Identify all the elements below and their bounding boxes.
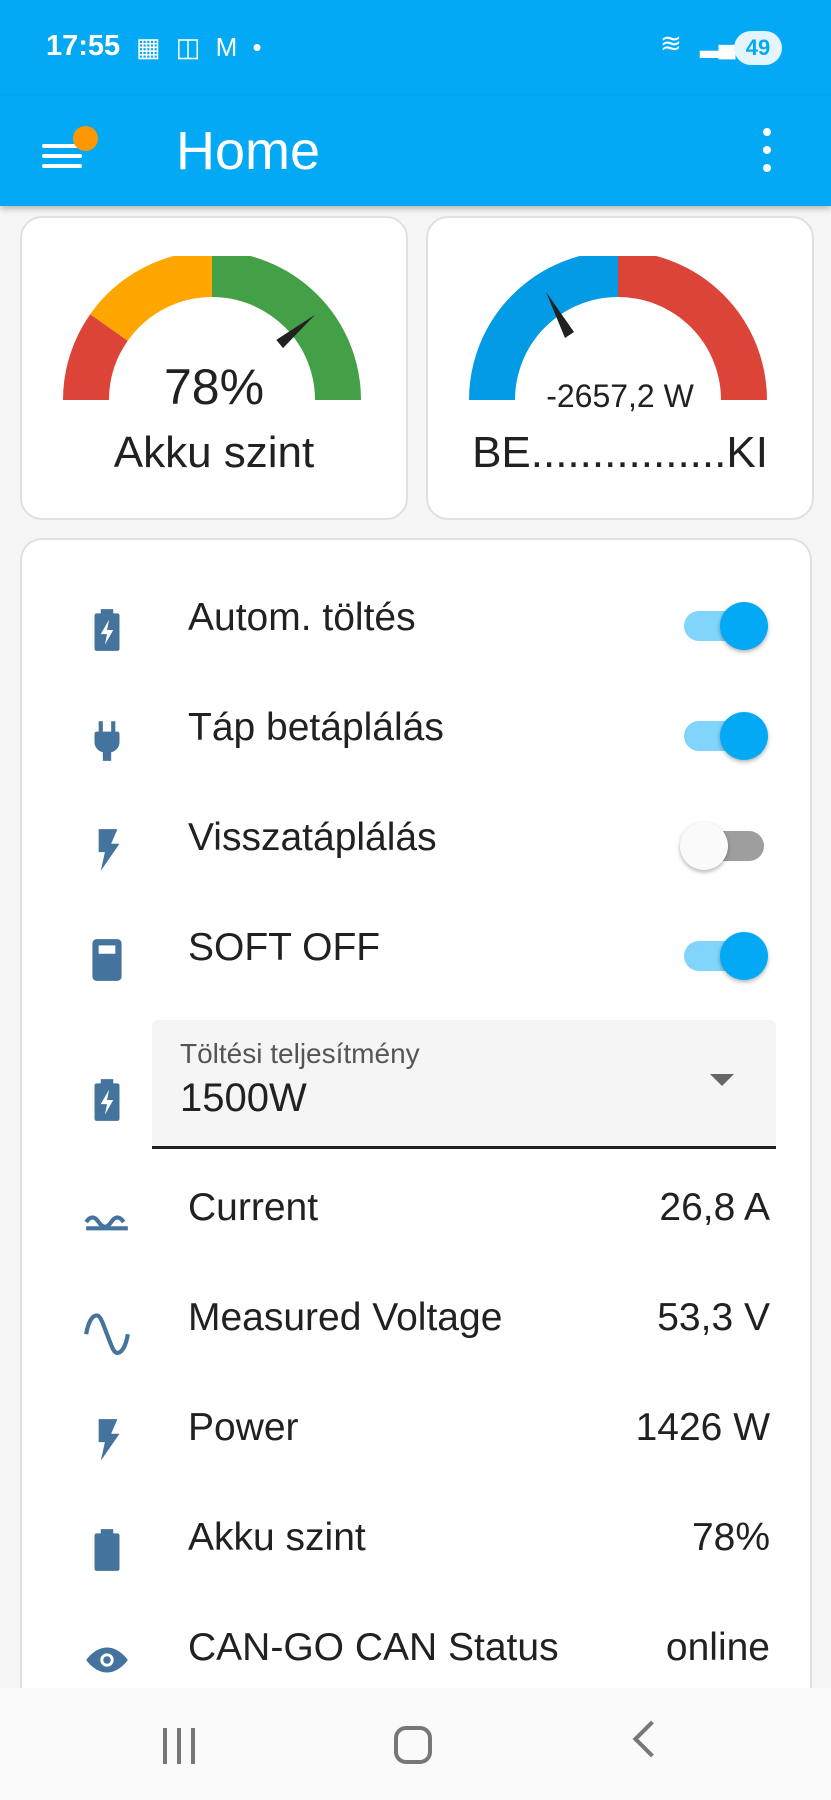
gauge-name: Akku szint (113, 428, 315, 477)
app-bar: Home (0, 96, 831, 206)
sine-wave-icon (84, 1313, 130, 1356)
sensor-row-akku-szint[interactable]: Akku szint 78% (22, 1490, 810, 1600)
sensor-row-power[interactable]: Power 1426 W (22, 1380, 810, 1490)
recents-button[interactable] (163, 1728, 199, 1764)
lightning-bolt-icon (98, 1419, 120, 1461)
battery-icon (94, 1529, 120, 1571)
dropdown-arrow-icon[interactable] (710, 1074, 734, 1086)
wifi-icon: ≋ (660, 28, 682, 58)
eye-icon (86, 1647, 128, 1673)
status-bar: 17:55 ▦ ◫ M • ≋ ▂▄ 49 (0, 0, 831, 96)
toggle-row-visszataplalas[interactable]: Visszatáplálás (22, 790, 810, 900)
page-title: Home (176, 121, 321, 181)
toggle-row-soft-off[interactable]: SOFT OFF (22, 900, 810, 1010)
battery-box-icon (92, 939, 122, 981)
gauge-name: BE................KI (472, 428, 768, 477)
sensor-label: CAN-GO CAN Status (188, 1626, 559, 1669)
lightning-bolt-icon (98, 829, 120, 871)
battery-charging-icon (94, 1079, 120, 1121)
battery-charging-icon (94, 609, 120, 651)
toggle-label: Táp betáplálás (188, 706, 444, 749)
sensor-value: 78% (691, 1516, 770, 1559)
gauge-value: 78% (163, 359, 265, 415)
toggle-switch[interactable] (682, 708, 768, 764)
system-nav-bar (0, 1688, 831, 1800)
more-options-icon[interactable] (752, 120, 782, 180)
toggle-row-tap-betaplalas[interactable]: Táp betáplálás (22, 680, 810, 790)
battery-status: 49 (734, 31, 782, 65)
back-button[interactable] (632, 1720, 670, 1758)
sensor-value: 1426 W (635, 1406, 770, 1449)
notification-dot (73, 126, 98, 151)
toggle-switch[interactable] (682, 598, 768, 654)
sensor-label: Current (188, 1186, 319, 1229)
power-gauge-card[interactable]: -2657,2 W BE................KI (426, 216, 814, 520)
charging-power-select[interactable]: Töltési teljesítmény 1500W (152, 1020, 776, 1149)
select-value: 1500W (180, 1076, 307, 1120)
sensor-row-voltage[interactable]: Measured Voltage 53,3 V (22, 1270, 810, 1380)
toggle-switch[interactable] (682, 928, 768, 984)
toggle-row-autom-toltes[interactable]: Autom. töltés (22, 570, 810, 680)
signal-icon: ▂▄ (700, 31, 736, 58)
sensor-row-current[interactable]: Current 26,8 A (22, 1160, 810, 1270)
status-time: 17:55 (46, 30, 121, 62)
current-ac-icon (84, 1215, 128, 1231)
home-button[interactable] (394, 1726, 432, 1764)
sensor-label: Power (188, 1406, 299, 1449)
battery-gauge-card[interactable]: 78% Akku szint (20, 216, 408, 520)
power-plug-icon (94, 721, 120, 761)
menu-icon[interactable] (42, 126, 98, 176)
sensor-value: 26,8 A (659, 1186, 770, 1229)
entities-card: Autom. töltés Táp betáplálás Visszatáplá… (20, 538, 812, 1700)
sensor-value: online (665, 1626, 770, 1669)
select-label: Töltési teljesítmény (180, 1038, 420, 1069)
sensor-value: 53,3 V (657, 1296, 770, 1339)
sensor-label: Akku szint (188, 1516, 366, 1559)
toggle-switch[interactable] (680, 818, 766, 874)
notification-icons: ▦ ◫ M • (136, 32, 266, 62)
sensor-label: Measured Voltage (188, 1296, 503, 1339)
toggle-label: Visszatáplálás (188, 816, 437, 859)
gauge-value: -2657,2 W (546, 378, 694, 414)
toggle-label: Autom. töltés (188, 596, 416, 639)
toggle-label: SOFT OFF (188, 926, 381, 969)
